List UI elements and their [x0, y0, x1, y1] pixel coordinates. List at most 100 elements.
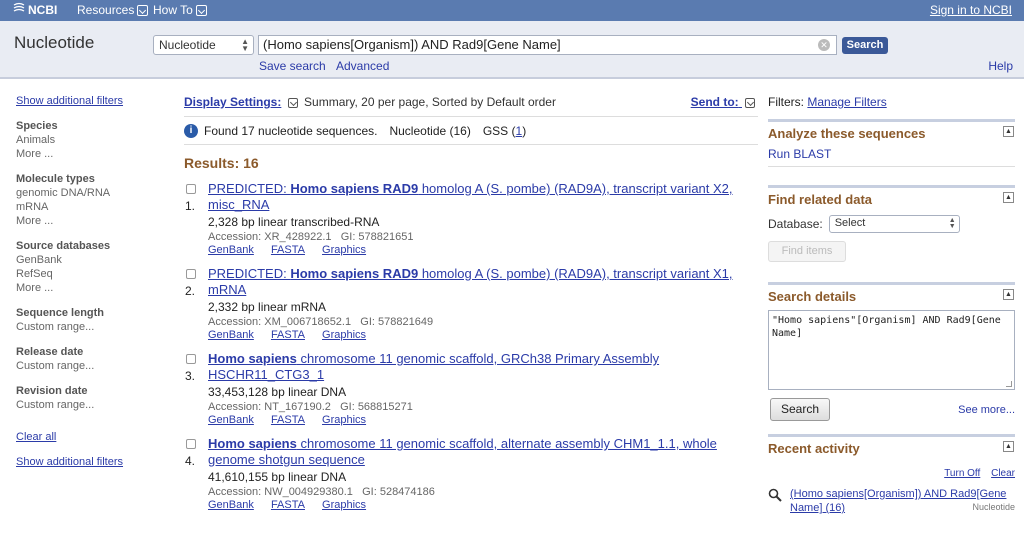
result-item: 1. PREDICTED: Homo sapiens RAD9 homolog … [184, 181, 758, 256]
related-database-value: Select [834, 217, 866, 229]
fasta-link[interactable]: FASTA [271, 329, 305, 341]
filter-item-custom-range[interactable]: Custom range... [16, 399, 166, 411]
related-database-select[interactable]: Select ▲ ▼ [828, 215, 960, 233]
filter-item-genomic-dna-rna[interactable]: genomic DNA/RNA [16, 187, 166, 199]
filter-more-molecule-types[interactable]: More ... [16, 215, 166, 227]
graphics-link[interactable]: Graphics [322, 414, 366, 426]
collapse-icon[interactable]: ▲ [1003, 289, 1014, 300]
genbank-link[interactable]: GenBank [208, 329, 254, 341]
select-arrows-icon: ▲ ▼ [948, 217, 956, 230]
advanced-search-link[interactable]: Advanced [336, 59, 389, 73]
graphics-link[interactable]: Graphics [322, 329, 366, 341]
manage-filters-link[interactable]: Manage Filters [807, 95, 886, 109]
chevron-down-icon[interactable] [287, 97, 298, 108]
graphics-link[interactable]: Graphics [322, 499, 366, 511]
result-number: 1. [185, 199, 196, 213]
result-checkbox[interactable] [186, 184, 196, 194]
gi-text: GI: 568815271 [340, 401, 413, 413]
filter-group-title: Species [16, 120, 58, 132]
run-blast-link[interactable]: Run BLAST [768, 147, 1015, 161]
result-title-link[interactable]: PREDICTED: Homo sapiens RAD9 homolog A (… [208, 266, 758, 298]
search-details-actions: Search See more... [768, 398, 1015, 426]
select-arrows-icon: ▲ ▼ [241, 37, 249, 53]
fasta-link[interactable]: FASTA [271, 414, 305, 426]
genbank-link[interactable]: GenBank [208, 499, 254, 511]
genbank-link[interactable]: GenBank [208, 414, 254, 426]
result-title-link[interactable]: Homo sapiens chromosome 11 genomic scaff… [208, 436, 758, 468]
analyze-title: Analyze these sequences [768, 126, 926, 141]
filter-item-refseq[interactable]: RefSeq [16, 268, 166, 280]
left-filter-sidebar: Show additional filters Species Animals … [16, 95, 166, 468]
result-checkbox[interactable] [186, 439, 196, 449]
filter-more-species[interactable]: More ... [16, 148, 166, 160]
result-accession: Accession: XM_006718652.1 GI: 578821649 [208, 316, 758, 328]
fasta-link[interactable]: FASTA [271, 244, 305, 256]
search-button[interactable]: Search [842, 37, 888, 54]
result-accession: Accession: NT_167190.2 GI: 568815271 [208, 401, 758, 413]
result-checkbox[interactable] [186, 354, 196, 364]
result-number: 3. [185, 369, 196, 383]
resources-menu[interactable]: Resources [77, 3, 149, 17]
collapse-icon[interactable]: ▲ [1003, 126, 1014, 137]
fasta-link[interactable]: FASTA [271, 499, 305, 511]
result-title-link[interactable]: PREDICTED: Homo sapiens RAD9 homolog A (… [208, 181, 758, 213]
result-title-link[interactable]: Homo sapiens chromosome 11 genomic scaff… [208, 351, 758, 383]
collapse-icon[interactable]: ▲ [1003, 441, 1014, 452]
search-band: Nucleotide Nucleotide ▲ ▼ (Homo sapiens[O… [0, 21, 1024, 79]
gi-text: GI: 578821651 [340, 231, 414, 243]
database-row: Database: Select ▲ ▼ [768, 215, 1015, 233]
display-settings-link[interactable]: Display Settings: [184, 95, 281, 109]
show-additional-filters-top[interactable]: Show additional filters [16, 95, 166, 107]
display-settings-bar: Display Settings: Summary, 20 per page, … [184, 95, 758, 117]
collapse-icon[interactable]: ▲ [1003, 192, 1014, 203]
search-details-textarea[interactable]: "Homo sapiens"[Organism] AND Rad9[Gene N… [768, 310, 1015, 390]
search-details-text: "Homo sapiens"[Organism] AND Rad9[Gene N… [772, 315, 1001, 339]
gi-text: GI: 528474186 [362, 486, 435, 498]
ncbi-logo-text: NCBI [28, 2, 58, 17]
filter-more-source-databases[interactable]: More ... [16, 282, 166, 294]
database-select[interactable]: Nucleotide ▲ ▼ [153, 35, 254, 55]
recent-activity-item[interactable]: (Homo sapiens[Organism]) AND Rad9[Gene N… [768, 487, 1015, 515]
result-checkbox[interactable] [186, 269, 196, 279]
results-count: Results: 16 [184, 155, 259, 171]
filter-item-custom-range[interactable]: Custom range... [16, 360, 166, 372]
result-description: 33,453,128 bp linear DNA [208, 385, 347, 399]
show-additional-filters-bottom[interactable]: Show additional filters [16, 456, 166, 468]
clear-all-filters-link[interactable]: Clear all [16, 431, 166, 443]
genbank-link[interactable]: GenBank [208, 244, 254, 256]
filters-label: Filters: [768, 95, 804, 109]
find-items-button[interactable]: Find items [768, 241, 846, 262]
howto-menu[interactable]: How To [153, 3, 207, 17]
turn-off-link[interactable]: Turn Off [944, 468, 980, 479]
ncbi-logo[interactable]: NCBI [13, 2, 57, 17]
clear-link[interactable]: Clear [991, 468, 1015, 479]
result-item: 3. Homo sapiens chromosome 11 genomic sc… [184, 351, 758, 426]
save-search-link[interactable]: Save search [259, 59, 326, 73]
found-gss-label: GSS ( [482, 123, 516, 138]
result-description: 2,332 bp linear mRNA [208, 300, 327, 314]
related-data-panel: ▲ Find related data Database: Select ▲ ▼ … [768, 185, 1015, 262]
chevron-down-icon [195, 4, 207, 16]
help-link[interactable]: Help [988, 59, 1013, 73]
filter-group-species: Species Animals More ... [16, 120, 166, 160]
found-results-bar: i Found 17 nucleotide sequences. Nucleot… [184, 117, 758, 145]
filter-item-genbank[interactable]: GenBank [16, 254, 166, 266]
info-icon: i [184, 123, 198, 138]
graphics-link[interactable]: Graphics [322, 244, 366, 256]
filter-item-animals[interactable]: Animals [16, 134, 166, 146]
search-details-panel: ▲ Search details "Homo sapiens"[Organism… [768, 282, 1015, 426]
see-more-link[interactable]: See more... [958, 404, 1015, 416]
details-search-button[interactable]: Search [770, 398, 830, 421]
search-icon [768, 488, 782, 502]
title-bold: Homo sapiens RAD9 [290, 181, 419, 196]
resources-label: Resources [77, 3, 135, 17]
filter-item-mrna[interactable]: mRNA [16, 201, 166, 213]
resize-grip-icon[interactable] [1006, 381, 1012, 387]
search-input[interactable]: (Homo sapiens[Organism]) AND Rad9[Gene N… [258, 35, 837, 55]
clear-search-icon[interactable]: ✕ [818, 39, 830, 51]
sign-in-link[interactable]: Sign in to NCBI [930, 3, 1012, 17]
send-to-menu[interactable]: Send to: [691, 95, 758, 109]
filter-item-custom-range[interactable]: Custom range... [16, 321, 166, 333]
accession-text: Accession: NW_004929380.1 [208, 486, 353, 498]
title-bold: Homo sapiens [208, 351, 297, 366]
